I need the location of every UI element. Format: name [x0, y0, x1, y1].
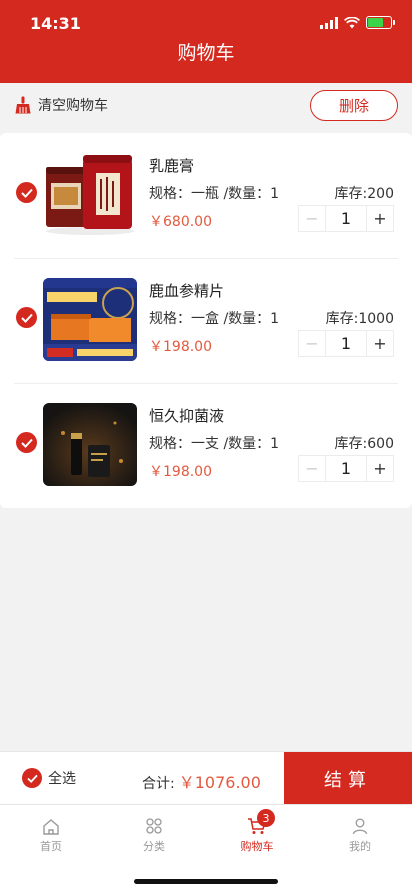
- quantity-value[interactable]: 1: [325, 331, 367, 356]
- item-checkbox[interactable]: [16, 182, 37, 203]
- product-stock: 库存:200: [334, 186, 394, 202]
- quantity-stepper: − 1 +: [298, 330, 394, 357]
- select-all-toggle[interactable]: 全选: [22, 768, 76, 788]
- cart-list: 乳鹿膏 规格：一瓶 /数量：1 库存:200 ￥680.00 − 1 + 鹿血参…: [0, 133, 412, 508]
- product-image[interactable]: [43, 153, 137, 236]
- total-summary: 合计: ￥1076.00: [142, 769, 261, 793]
- clear-cart-label: 清空购物车: [38, 98, 108, 114]
- item-checkbox[interactable]: [16, 307, 37, 328]
- quantity-value[interactable]: 1: [325, 206, 367, 231]
- tab-profile[interactable]: 我的: [315, 817, 405, 854]
- select-all-checkbox[interactable]: [22, 768, 42, 788]
- cart-badge: 3: [257, 809, 275, 827]
- product-name[interactable]: 恒久抑菌液: [149, 405, 224, 426]
- product-stock: 库存:600: [334, 436, 394, 452]
- product-image[interactable]: [43, 278, 137, 361]
- quantity-stepper: − 1 +: [298, 455, 394, 482]
- cart-item: 乳鹿膏 规格：一瓶 /数量：1 库存:200 ￥680.00 − 1 +: [0, 133, 412, 258]
- increase-button[interactable]: +: [367, 206, 393, 231]
- page-title: 购物车: [177, 42, 235, 64]
- total-amount: ￥1076.00: [178, 773, 261, 792]
- home-icon: [43, 818, 59, 835]
- tab-category-label: 分类: [143, 840, 165, 853]
- checkmark-icon: [26, 774, 38, 783]
- product-name[interactable]: 乳鹿膏: [149, 155, 194, 176]
- tab-home[interactable]: 首页: [6, 817, 96, 854]
- checkout-bar: 全选 合计: ￥1076.00 结算: [0, 751, 412, 805]
- product-price: ￥198.00: [149, 339, 212, 355]
- battery-icon: [366, 16, 395, 29]
- home-indicator: [134, 879, 278, 884]
- tab-category[interactable]: 分类: [109, 817, 199, 854]
- signal-icon: [320, 16, 338, 29]
- product-spec: 规格：一支 /数量：1: [149, 436, 280, 452]
- cart-item: 鹿血参精片 规格：一盒 /数量：1 库存:1000 ￥198.00 − 1 +: [0, 258, 412, 383]
- item-checkbox[interactable]: [16, 432, 37, 453]
- category-icon: [146, 818, 162, 834]
- product-spec: 规格：一盒 /数量：1: [149, 311, 280, 327]
- product-image[interactable]: [43, 403, 137, 486]
- status-time: 14:31: [30, 14, 81, 33]
- status-icons: [320, 16, 395, 29]
- quantity-value[interactable]: 1: [325, 456, 367, 481]
- delete-button[interactable]: 删除: [310, 90, 398, 121]
- total-label: 合计:: [142, 776, 175, 792]
- broom-icon: [15, 96, 31, 114]
- clear-cart-button[interactable]: 清空购物车: [14, 95, 108, 115]
- select-all-label: 全选: [48, 771, 76, 787]
- cart-toolbar: 清空购物车 删除: [0, 83, 412, 129]
- decrease-button[interactable]: −: [299, 456, 325, 481]
- decrease-button[interactable]: −: [299, 331, 325, 356]
- cart-item: 恒久抑菌液 规格：一支 /数量：1 库存:600 ￥198.00 − 1 +: [0, 383, 412, 508]
- product-name[interactable]: 鹿血参精片: [149, 280, 224, 301]
- product-stock: 库存:1000: [325, 311, 394, 327]
- decrease-button[interactable]: −: [299, 206, 325, 231]
- app-header: 14:31 购物车: [0, 0, 412, 83]
- wifi-icon: [344, 16, 360, 28]
- product-price: ￥680.00: [149, 214, 212, 230]
- quantity-stepper: − 1 +: [298, 205, 394, 232]
- checkmark-icon: [20, 438, 33, 448]
- tab-cart[interactable]: 3 购物车: [212, 809, 302, 854]
- profile-icon: [352, 818, 368, 834]
- checkout-button[interactable]: 结算: [284, 752, 412, 805]
- product-spec: 规格：一瓶 /数量：1: [149, 186, 280, 202]
- tab-profile-label: 我的: [349, 840, 371, 853]
- product-price: ￥198.00: [149, 464, 212, 480]
- tab-cart-label: 购物车: [240, 840, 274, 853]
- tab-home-label: 首页: [40, 840, 62, 853]
- checkmark-icon: [20, 188, 33, 198]
- checkmark-icon: [20, 313, 33, 323]
- increase-button[interactable]: +: [367, 331, 393, 356]
- increase-button[interactable]: +: [367, 456, 393, 481]
